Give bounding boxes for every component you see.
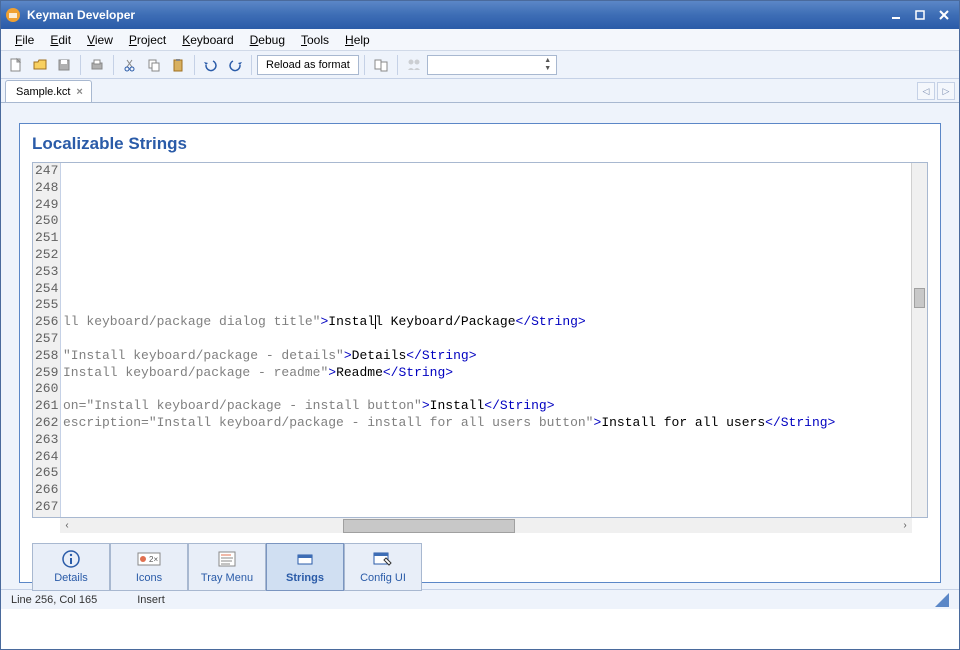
save-button[interactable] [53,54,75,76]
icons-icon: 2× [137,550,161,568]
open-file-button[interactable] [29,54,51,76]
paste-button[interactable] [167,54,189,76]
tab-label: Details [54,572,88,584]
traymenu-icon [217,550,237,568]
window-arrange-button[interactable] [370,54,392,76]
statusbar: Line 256, Col 165 Insert [1,589,959,609]
cut-button[interactable] [119,54,141,76]
minimize-button[interactable] [885,6,907,24]
code-line[interactable] [63,213,911,230]
tab-traymenu[interactable]: Tray Menu [188,543,266,591]
spinner-up[interactable]: ▲ [542,57,554,65]
code-line[interactable]: ll keyboard/package dialog title">Instal… [63,314,911,331]
print-button[interactable] [86,54,108,76]
code-line[interactable] [63,432,911,449]
panel-title: Localizable Strings [32,134,928,154]
tab-configui[interactable]: Config UI [344,543,422,591]
menu-help[interactable]: Help [337,30,378,50]
file-tab-label: Sample.kct [16,86,70,98]
vscroll-thumb[interactable] [914,288,925,308]
reload-format-button[interactable]: Reload as format [257,55,359,75]
bottom-tabs: Details 2× Icons Tray Menu Strings Config UI [32,543,928,591]
strings-icon [295,550,315,568]
hscroll-thumb[interactable] [343,519,515,533]
format-combo[interactable]: ▲ ▼ [427,55,557,75]
horizontal-scrollbar[interactable]: ‹ › [60,517,912,533]
tab-label: Config UI [360,572,406,584]
code-line[interactable] [63,163,911,180]
tab-label: Strings [286,572,324,584]
code-line[interactable] [63,247,911,264]
code-line[interactable] [63,482,911,499]
resize-grip-icon[interactable] [935,593,949,607]
copy-button[interactable] [143,54,165,76]
file-tab-bar: Sample.kct × ◁ ▷ [1,79,959,103]
menu-keyboard[interactable]: Keyboard [174,30,241,50]
new-file-button[interactable] [5,54,27,76]
code-line[interactable] [63,281,911,298]
status-position: Line 256, Col 165 [11,594,97,606]
configui-icon [372,550,394,568]
details-icon [61,550,81,568]
code-line[interactable] [63,264,911,281]
tab-icons[interactable]: 2× Icons [110,543,188,591]
undo-button[interactable] [200,54,222,76]
toolbar: Reload as format ▲ ▼ [1,51,959,79]
menu-file[interactable]: File [7,30,42,50]
code-line[interactable]: on="Install keyboard/package - install b… [63,398,911,415]
spinner-down[interactable]: ▼ [542,65,554,73]
code-line[interactable] [63,465,911,482]
hscroll-right[interactable]: › [898,519,912,533]
hscroll-left[interactable]: ‹ [60,519,74,533]
code-line[interactable] [63,499,911,516]
code-editor[interactable]: 2472482492502512522532542552562572582592… [32,162,928,518]
main-area: Localizable Strings 24724824925025125225… [1,103,959,589]
app-icon [5,7,21,23]
code-line[interactable] [63,297,911,314]
status-mode: Insert [137,594,165,606]
tab-strings[interactable]: Strings [266,543,344,591]
code-line[interactable] [63,331,911,348]
code-line[interactable] [63,197,911,214]
tab-label: Icons [136,572,162,584]
close-button[interactable] [933,6,955,24]
maximize-button[interactable] [909,6,931,24]
file-tab[interactable]: Sample.kct × [5,80,92,102]
svg-text:2×: 2× [149,555,158,564]
users-button[interactable] [403,54,425,76]
vertical-scrollbar[interactable] [911,163,927,517]
titlebar: Keyman Developer [1,1,959,29]
line-gutter: 2472482492502512522532542552562572582592… [33,163,61,517]
close-tab-icon[interactable]: × [76,86,82,98]
panel: Localizable Strings 24724824925025125225… [19,123,941,583]
code-line[interactable] [63,449,911,466]
menu-debug[interactable]: Debug [242,30,293,50]
tab-scroll-left[interactable]: ◁ [917,82,935,100]
tab-label: Tray Menu [201,572,253,584]
code-line[interactable] [63,381,911,398]
tab-scroll-right[interactable]: ▷ [937,82,955,100]
menu-view[interactable]: View [79,30,121,50]
window-title: Keyman Developer [27,8,135,22]
code-line[interactable]: Install keyboard/package - readme">Readm… [63,365,911,382]
menubar: FileEditViewProjectKeyboardDebugToolsHel… [1,29,959,51]
redo-button[interactable] [224,54,246,76]
menu-project[interactable]: Project [121,30,174,50]
tab-details[interactable]: Details [32,543,110,591]
code-line[interactable]: escription="Install keyboard/package - i… [63,415,911,432]
code-line[interactable] [63,230,911,247]
menu-edit[interactable]: Edit [42,30,79,50]
code-line[interactable]: "Install keyboard/package - details">Det… [63,348,911,365]
code-line[interactable] [63,180,911,197]
menu-tools[interactable]: Tools [293,30,337,50]
code-area[interactable]: ll keyboard/package dialog title">Instal… [61,163,911,517]
